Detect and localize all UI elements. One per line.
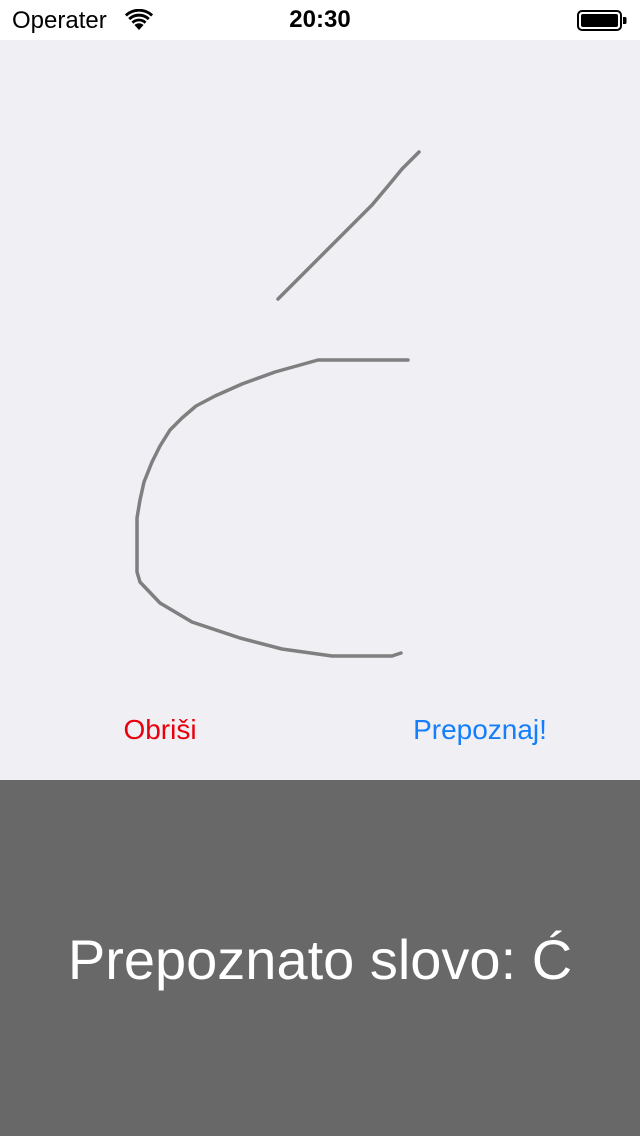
recognize-button[interactable]: Prepoznaj! xyxy=(390,713,570,747)
status-bar: Operater 20:30 xyxy=(0,0,640,40)
handwriting-strokes xyxy=(135,150,421,658)
recognized-letter-label: Prepoznato slovo: Ć xyxy=(67,928,573,991)
result-panel: Prepoznato slovo: Ć xyxy=(0,780,640,1136)
status-time: 20:30 xyxy=(289,6,351,33)
accent-stroke xyxy=(276,150,421,301)
letter-c-stroke xyxy=(135,358,410,658)
clear-button[interactable]: Obriši xyxy=(100,713,220,747)
battery-full-icon xyxy=(577,10,627,31)
app-screen: Operater 20:30 Obriši Prepoznaj! Prepozn… xyxy=(0,0,640,1136)
drawing-canvas[interactable]: Obriši Prepoznaj! xyxy=(0,40,640,780)
